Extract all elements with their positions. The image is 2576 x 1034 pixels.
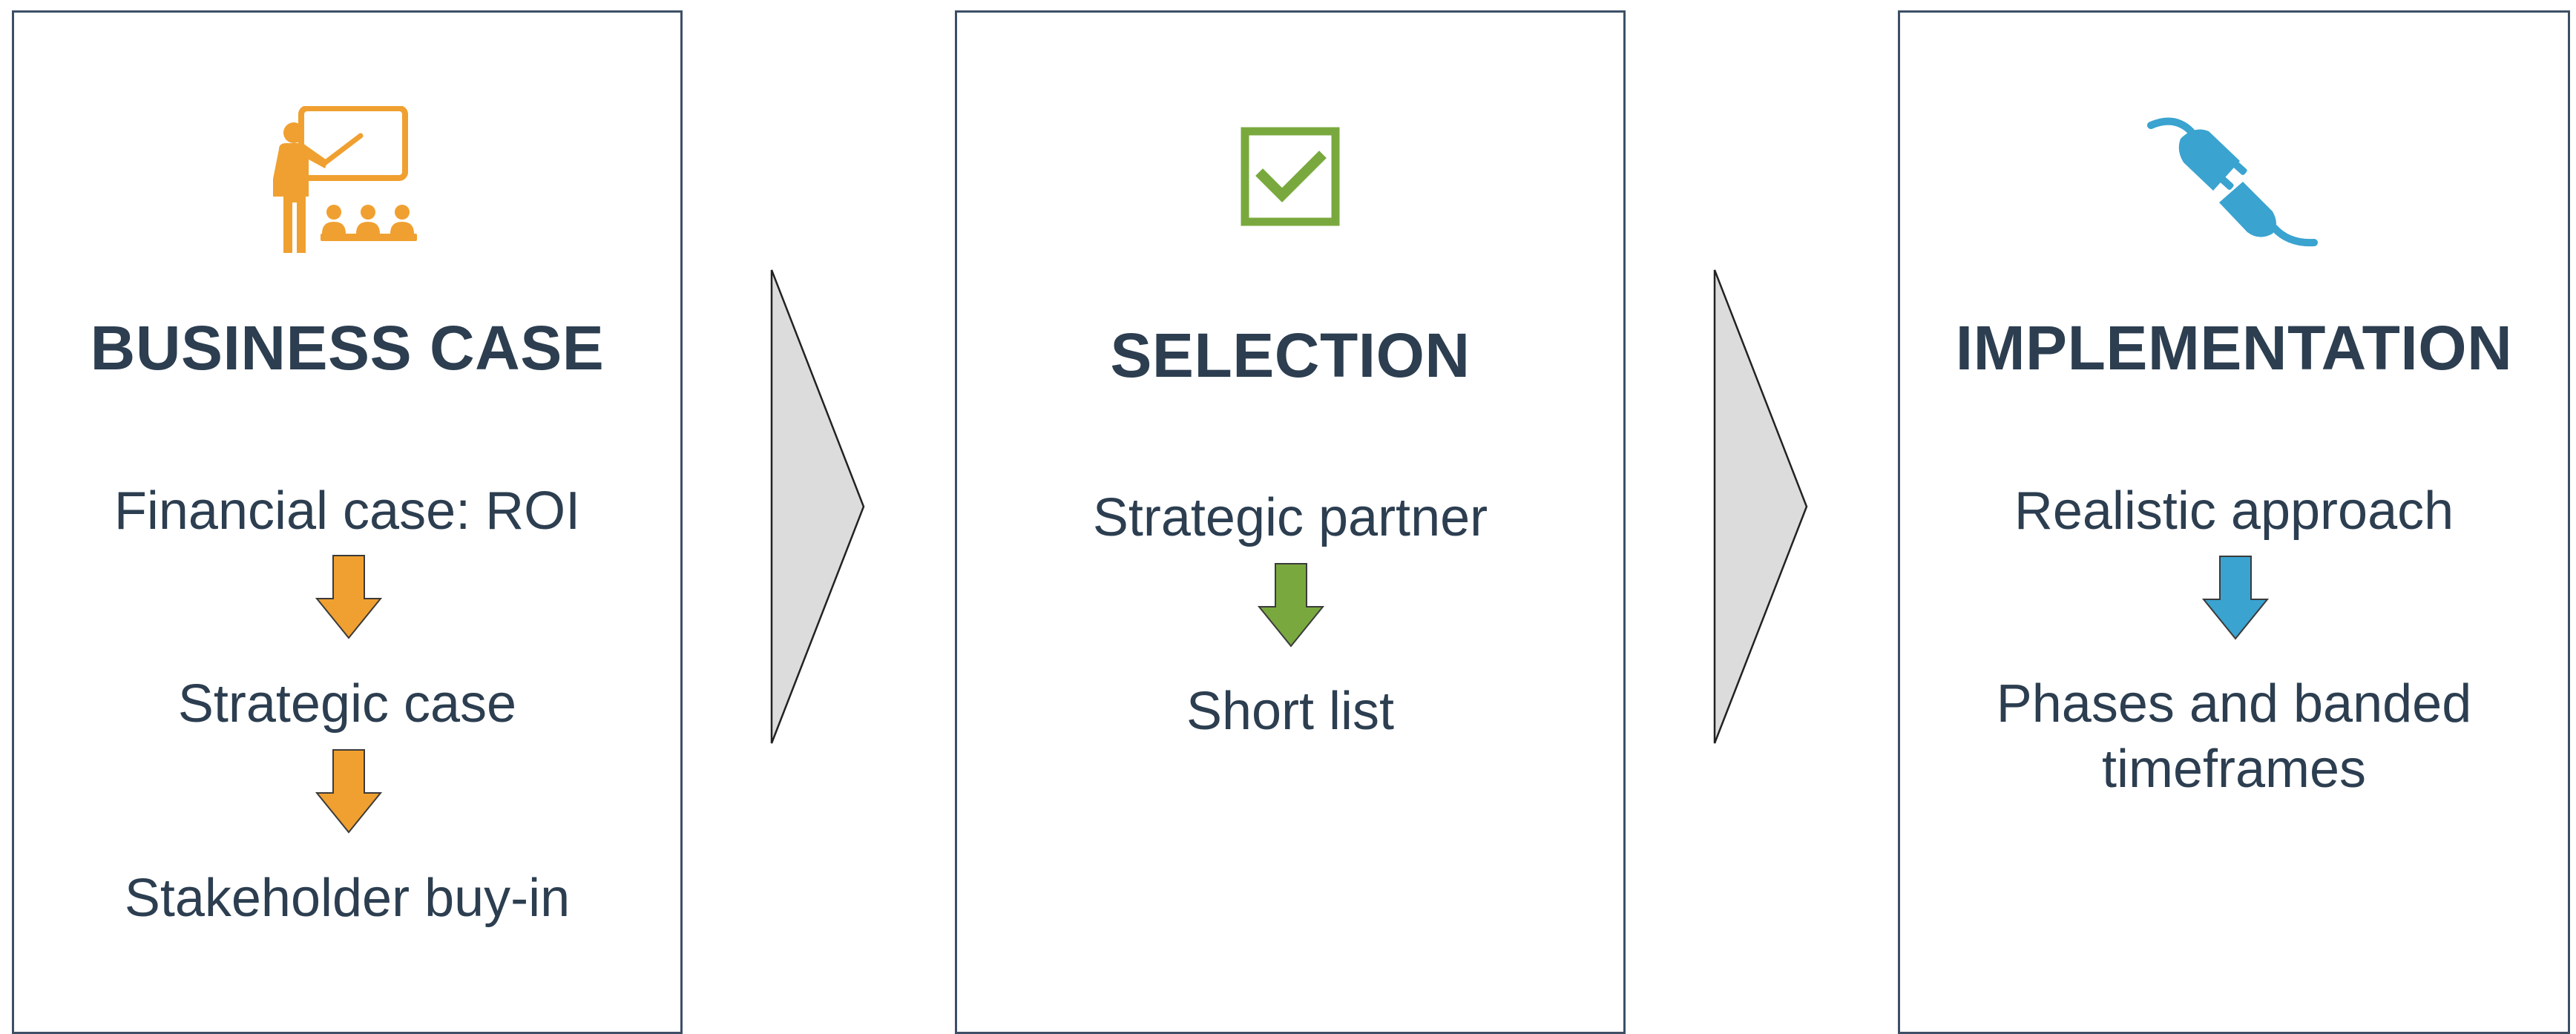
stage-item: Stakeholder buy-in [124, 869, 571, 928]
stage-item: Realistic approach [2014, 481, 2454, 541]
stage-title: IMPLEMENTATION [1955, 313, 2513, 383]
stage-title: BUSINESS CASE [90, 313, 605, 383]
stage-panel-business-case: BUSINESS CASE Financial case: ROI Strate… [12, 10, 683, 1034]
stage-item: Phases and banded timeframes [1996, 674, 2472, 799]
stage-title: SELECTION [1110, 320, 1471, 390]
down-arrow-icon [1257, 563, 1325, 648]
stage-panel-selection: SELECTION Strategic partner Short list [955, 10, 1626, 1034]
down-arrow-icon [315, 555, 383, 639]
stage-panel-implementation: IMPLEMENTATION Realistic approach Phases… [1898, 10, 2570, 1034]
chevron-arrow-icon [1713, 269, 1808, 744]
stage-item: Financial case: ROI [114, 481, 581, 541]
chevron-arrow-icon [770, 269, 865, 744]
checkbox-checked-icon [957, 127, 1623, 226]
stage-item: Strategic case [177, 674, 517, 734]
plug-connect-icon [1900, 109, 2568, 250]
down-arrow-icon [2201, 556, 2270, 640]
stage-item: Short list [1186, 682, 1395, 741]
down-arrow-icon [315, 749, 383, 834]
presentation-teacher-icon [14, 106, 680, 254]
stage-item: Strategic partner [1092, 488, 1488, 547]
